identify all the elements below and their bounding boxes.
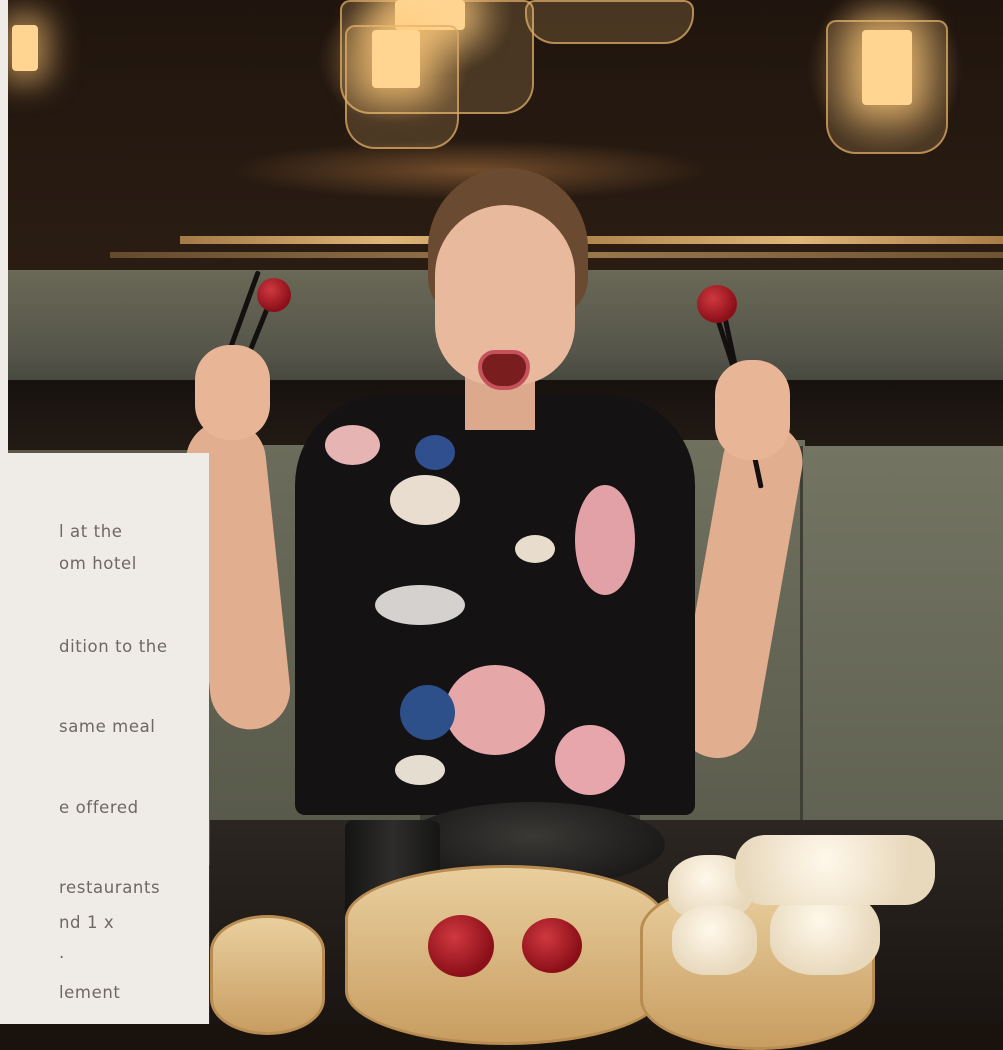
bamboo-steamer: [345, 865, 665, 1045]
text-line: dition to the: [59, 637, 168, 656]
bar-light-strip: [180, 236, 1003, 244]
berry: [522, 918, 582, 973]
text-line: lement: [59, 983, 121, 1002]
berry: [257, 278, 291, 312]
bamboo-steamer: [210, 915, 325, 1035]
text-line: same meal: [59, 717, 156, 736]
lamp-bulb: [372, 30, 420, 88]
text-line: e offered: [59, 798, 139, 817]
bao-bun: [672, 905, 757, 975]
text-line: om hotel: [59, 554, 137, 573]
text-line: restaurants: [59, 878, 161, 897]
berry: [428, 915, 494, 977]
text-panel: l at the om hotel dition to the same mea…: [0, 453, 209, 1024]
floral-dress: [295, 395, 695, 815]
right-hand: [715, 360, 790, 460]
wall-light: [12, 25, 38, 71]
left-margin-strip: [0, 0, 8, 453]
text-line: .: [59, 943, 65, 962]
text-line: l at the: [59, 522, 123, 541]
lamp-bulb: [862, 30, 912, 105]
bao-bun: [735, 835, 935, 905]
pendant-lamp: [525, 0, 694, 44]
left-hand: [195, 345, 270, 440]
text-line: nd 1 x: [59, 913, 115, 932]
open-mouth: [478, 350, 530, 390]
berry: [697, 285, 737, 323]
